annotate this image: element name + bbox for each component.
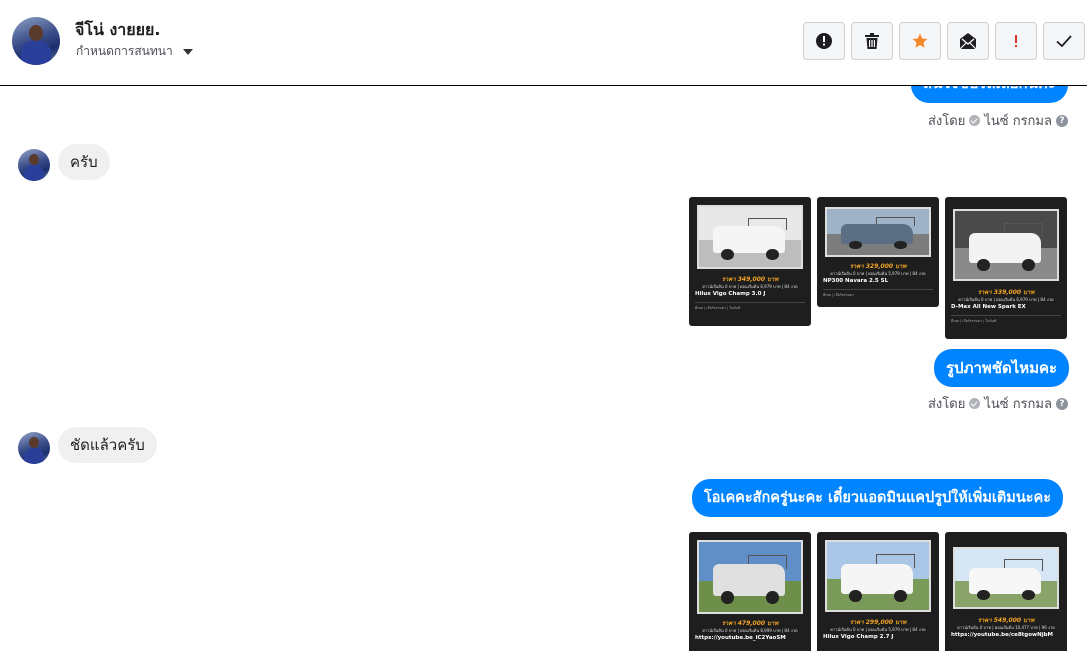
car-photo (953, 547, 1059, 609)
contact-name[interactable]: จีโน่ งายยย. (75, 18, 160, 43)
sent-by-label: ส่งโดย (928, 397, 966, 412)
outgoing-message[interactable]: โอเคคะสักครู่นะคะ เดี๋ยวแอดมินแคปรูปให้เ… (692, 479, 1064, 517)
car-image-attachment[interactable]: ราคา 299,000 บาท ดาวน์เริ่มต้น 0 บาท | ผ่… (817, 532, 939, 651)
car-model: Hilux Vigo Champ 3.0 J (695, 291, 766, 297)
caret-down-icon (182, 48, 193, 55)
car-specs: ดีเซล | เกียร์ธรรมดา | ไมล์แท้ (951, 315, 1061, 324)
car-finance-line: ดาวน์เริ่มต้น 0 บาท | ผ่อนเริ่มต้น 10,47… (957, 625, 1055, 630)
conversation-label-text: กำหนดการสนทนา (76, 44, 173, 58)
verified-icon (969, 115, 981, 126)
contact-avatar-small[interactable] (18, 432, 50, 464)
car-specs: ดีเซล | เกียร์ธรรมดา | ไมล์แท้ (695, 302, 805, 311)
star-button[interactable] (899, 22, 941, 60)
car-image-attachment[interactable]: ราคา 479,000 บาท ดาวน์เริ่มต้น 0 บาท | ผ่… (689, 532, 811, 651)
car-photo (825, 207, 931, 257)
car-model: https://youtube.be/ce8tgowNjbM (951, 632, 1053, 638)
check-icon (1056, 35, 1072, 48)
car-model: D-Max All New Spark EX (951, 304, 1026, 310)
alert-circle-icon (816, 33, 832, 49)
envelope-icon (959, 33, 977, 50)
car-image-attachment[interactable]: ราคา 329,000 บาท ดาวน์เริ่มต้น 0 บาท | ผ่… (817, 197, 939, 307)
conversation-toolbar (803, 22, 1085, 60)
car-finance-line: ดาวน์เริ่มต้น 0 บาท | ผ่อนเริ่มต้น 8,999… (702, 628, 798, 633)
car-image-attachment[interactable]: ราคา 349,000 บาท ดาวน์เริ่มต้น 0 บาท | ผ่… (689, 197, 811, 326)
message-feed[interactable]: สนใจขับรถเลยกันค่ะ ส่งโดย ไนซ์ กรกมล ? ค… (0, 86, 1087, 651)
help-icon[interactable]: ? (1055, 114, 1068, 127)
mark-spam-button[interactable] (803, 22, 845, 60)
trash-icon (865, 33, 879, 49)
car-photo (697, 540, 803, 614)
outgoing-message[interactable]: สนใจขับรถเลยกันค่ะ (911, 86, 1068, 103)
car-finance-line: ดาวน์เริ่มต้น 0 บาท | ผ่อนเริ่มต้น 6,979… (702, 284, 798, 289)
sent-by-name: ไนซ์ กรกมล (984, 397, 1052, 412)
star-icon (912, 33, 928, 48)
car-image-attachment[interactable]: ราคา 549,000 บาท ดาวน์เริ่มต้น 0 บาท | ผ่… (945, 532, 1067, 651)
car-model: NP300 Navara 2.5 SL (823, 278, 889, 284)
verified-icon (969, 398, 981, 409)
car-model: Hilux Vigo Champ 2.7 J (823, 634, 894, 640)
car-photo (697, 205, 803, 269)
outgoing-message[interactable]: รูปภาพชัดไหมคะ (934, 349, 1070, 387)
car-photo (953, 209, 1059, 281)
exclamation-icon (1015, 35, 1017, 47)
sent-by-name: ไนซ์ กรกมล (984, 114, 1052, 129)
sent-by-label: ส่งโดย (928, 114, 966, 129)
mark-done-button[interactable] (1043, 22, 1085, 60)
contact-avatar-small[interactable] (18, 149, 50, 181)
car-specs: ดีเซล | เกียร์ธรรมดา (823, 289, 933, 298)
car-photo (825, 540, 931, 612)
car-finance-line: ดาวน์เริ่มต้น 0 บาท | ผ่อนเริ่มต้น 5,979… (830, 627, 926, 632)
sent-by-info: ส่งโดย ไนซ์ กรกมล ? (928, 393, 1068, 414)
sent-by-info: ส่งโดย ไนซ์ กรกมล ? (928, 110, 1068, 131)
contact-avatar[interactable] (12, 17, 60, 65)
incoming-message[interactable]: ชัดแล้วครับ (58, 427, 157, 463)
help-icon[interactable]: ? (1055, 397, 1068, 410)
conversation-header: จีโน่ งายยย. กำหนดการสนทนา (0, 0, 1087, 86)
follow-up-button[interactable] (995, 22, 1037, 60)
car-finance-line: ดาวน์เริ่มต้น 0 บาท | ผ่อนเริ่มต้น 5,979… (830, 271, 926, 276)
delete-button[interactable] (851, 22, 893, 60)
conversation-label-dropdown[interactable]: กำหนดการสนทนา (76, 42, 193, 61)
mark-unread-button[interactable] (947, 22, 989, 60)
car-finance-line: ดาวน์เริ่มต้น 0 บาท | ผ่อนเริ่มต้น 6,979… (958, 297, 1054, 302)
incoming-message[interactable]: ครับ (58, 144, 110, 180)
car-model: https://youtube.be_iC2YaoSM (695, 635, 786, 641)
car-image-attachment[interactable]: ราคา 339,000 บาท ดาวน์เริ่มต้น 0 บาท | ผ่… (945, 197, 1067, 339)
